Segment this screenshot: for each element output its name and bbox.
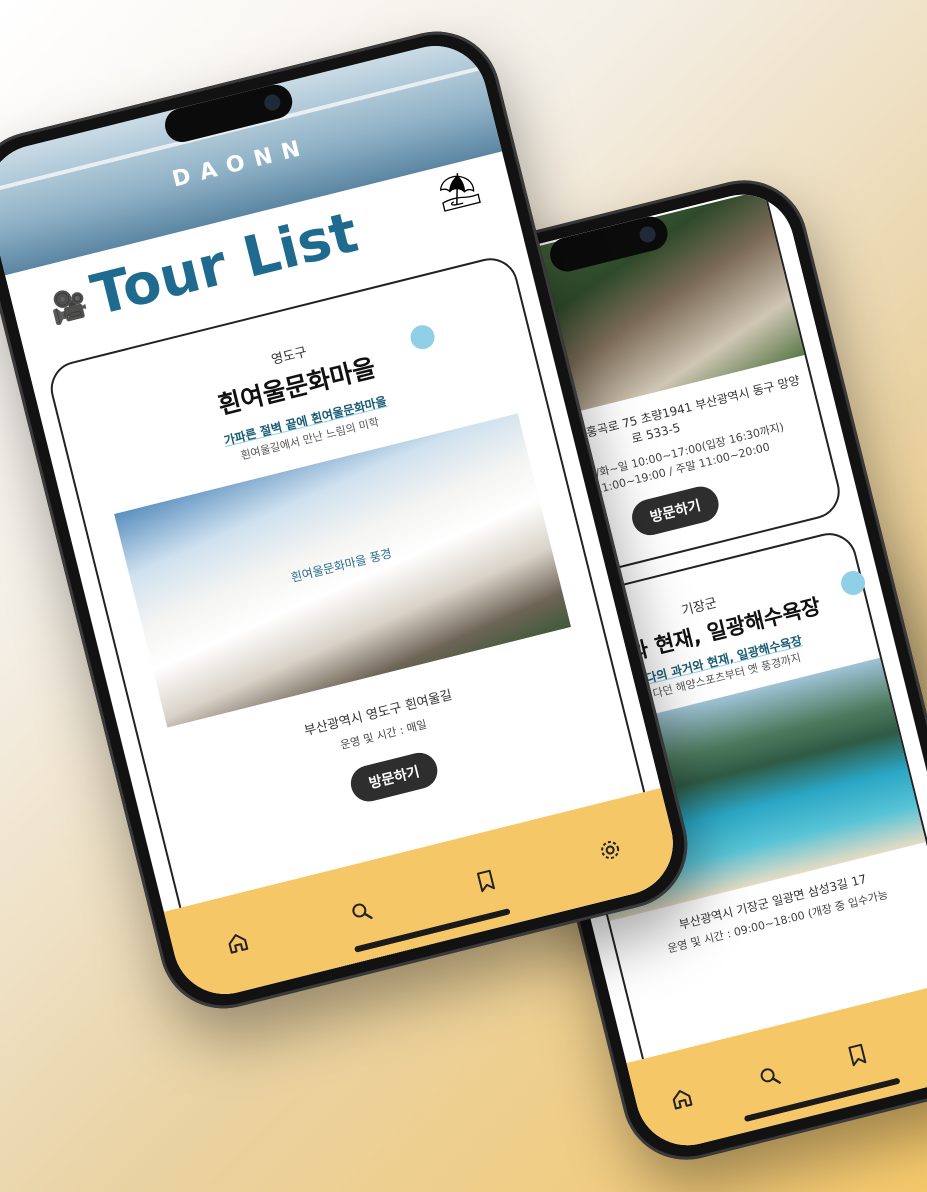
home-tab[interactable]	[213, 919, 261, 967]
settings-icon	[601, 841, 620, 860]
search-icon	[352, 903, 373, 919]
visit-button[interactable]: 방문하기	[347, 749, 441, 806]
home-icon	[672, 1089, 693, 1110]
home-tab[interactable]	[658, 1074, 706, 1122]
projector-icon: 🎥	[46, 284, 92, 328]
umbrella-icon: ⛱	[432, 166, 485, 216]
tour-photo-caption: 흰여울문화마을 풍경	[289, 546, 394, 585]
camera-icon	[262, 92, 282, 113]
search-tab[interactable]	[746, 1053, 794, 1101]
settings-tab[interactable]	[921, 1009, 927, 1057]
front-phone: DAONN 🎥 Tour List ⛱ 영도구 흰여울문화마을 가파른 절벽 끝…	[0, 18, 701, 1022]
search-icon	[760, 1068, 781, 1084]
search-tab[interactable]	[338, 888, 386, 936]
camera-icon	[637, 224, 658, 245]
bookmark-tab[interactable]	[833, 1031, 881, 1079]
bookmark-tab[interactable]	[462, 857, 510, 905]
bookmark-icon	[848, 1043, 867, 1067]
visit-button[interactable]: 방문하기	[628, 482, 723, 539]
front-screen: DAONN 🎥 Tour List ⛱ 영도구 흰여울문화마을 가파른 절벽 끝…	[0, 35, 684, 1005]
home-icon	[228, 934, 249, 954]
bookmark-icon	[476, 869, 495, 893]
settings-tab[interactable]	[586, 826, 634, 874]
